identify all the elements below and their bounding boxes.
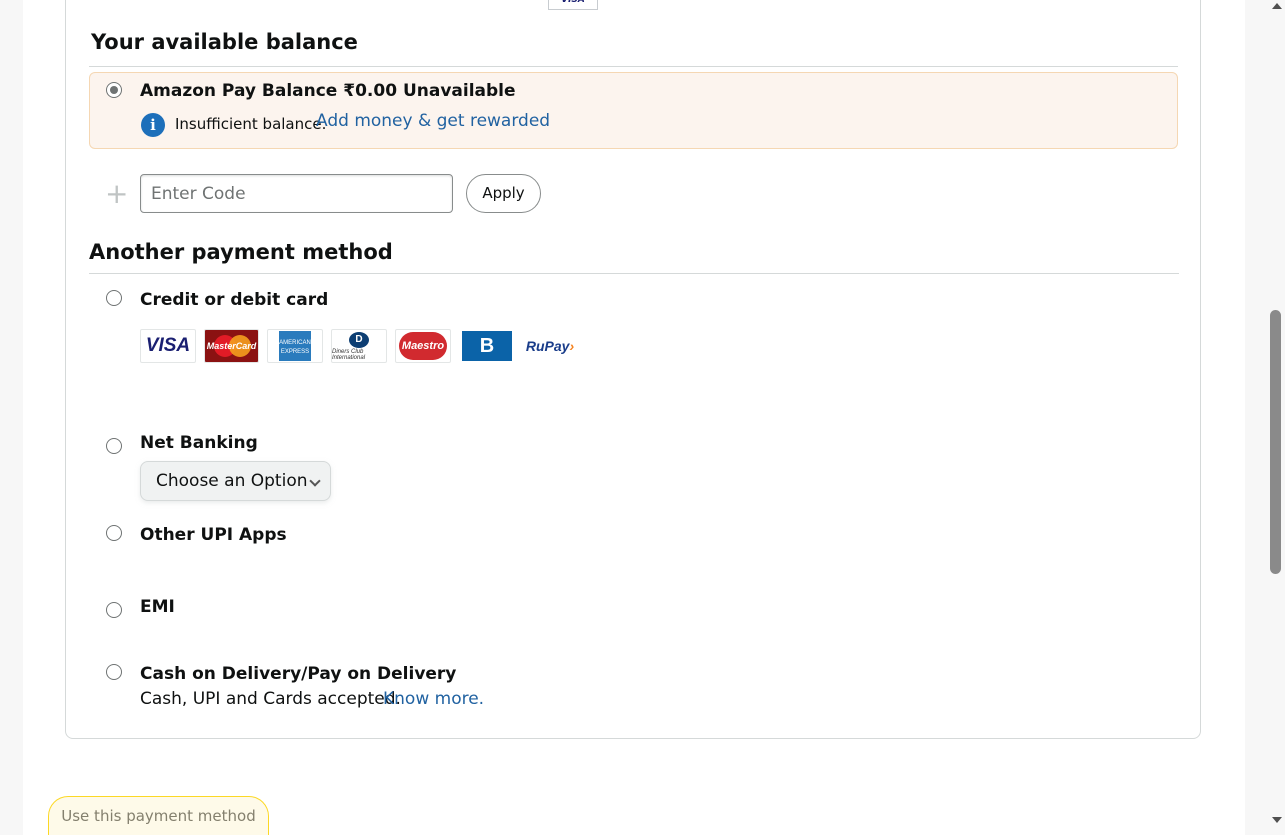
scrollbar-thumb[interactable] [1270, 310, 1281, 574]
diners-text: Diners Club International [332, 348, 366, 361]
rupay-arrow-icon: › [569, 338, 575, 354]
scroll-up-icon[interactable] [1272, 3, 1282, 9]
mastercard-logo: MasterCard [204, 329, 259, 363]
info-icon: i [141, 113, 165, 137]
amazon-pay-name: Amazon Pay Balance [140, 81, 338, 101]
cod-label: Cash on Delivery/Pay on Delivery [140, 664, 457, 684]
scroll-down-icon[interactable] [1272, 817, 1282, 823]
insufficient-balance-text: Insufficient balance. [175, 115, 327, 133]
amex-box: AMERICAN EXPRESS [279, 331, 311, 361]
credit-card-label: Credit or debit card [140, 290, 329, 310]
amazon-pay-radio[interactable] [106, 82, 122, 98]
bajaj-finserv-logo: B [459, 329, 515, 363]
maestro-badge: Maestro [399, 332, 447, 360]
net-banking-select-value: Choose an Option [156, 471, 308, 491]
emi-radio[interactable] [106, 602, 122, 618]
chevron-down-icon [309, 475, 321, 487]
amazon-pay-status: Unavailable [402, 81, 516, 101]
net-banking-select[interactable]: Choose an Option [140, 461, 331, 501]
payment-section-title: Another payment method [89, 240, 393, 264]
amex-logo: AMERICAN EXPRESS [267, 329, 323, 363]
rupay-text: RuPay [525, 338, 570, 354]
payment-divider [89, 273, 1179, 274]
plus-icon: + [105, 177, 129, 210]
cod-radio[interactable] [106, 664, 122, 680]
net-banking-label: Net Banking [140, 433, 258, 453]
diners-club-logo: D Diners Club International [331, 329, 387, 363]
visa-logo: VISA [140, 329, 196, 363]
other-upi-radio[interactable] [106, 525, 122, 541]
credit-card-radio[interactable] [106, 290, 122, 306]
amazon-pay-amount: ₹0.00 [343, 81, 398, 101]
rupay-logo: RuPay › [521, 329, 579, 363]
cod-subtext: Cash, UPI and Cards accepted. [140, 689, 401, 709]
apply-button[interactable]: Apply [466, 174, 541, 213]
add-money-link[interactable]: Add money & get rewarded [316, 111, 550, 131]
amazon-pay-balance-label: Amazon Pay Balance ₹0.00 Unavailable [140, 81, 516, 101]
previous-visa-logo: VISA [548, 0, 598, 10]
bajaj-box: B [462, 331, 512, 361]
emi-label: EMI [140, 597, 175, 617]
diners-symbol: D [349, 331, 369, 348]
balance-divider [89, 66, 1178, 67]
net-banking-radio[interactable] [106, 438, 122, 454]
mastercard-text: MasterCard [206, 341, 257, 351]
use-payment-method-button[interactable]: Use this payment method [48, 796, 269, 835]
balance-section-title: Your available balance [91, 30, 358, 54]
other-upi-label: Other UPI Apps [140, 525, 287, 545]
maestro-logo: Maestro [395, 329, 451, 363]
cod-know-more-link[interactable]: Know more. [383, 689, 484, 709]
gift-code-input[interactable] [140, 174, 453, 213]
